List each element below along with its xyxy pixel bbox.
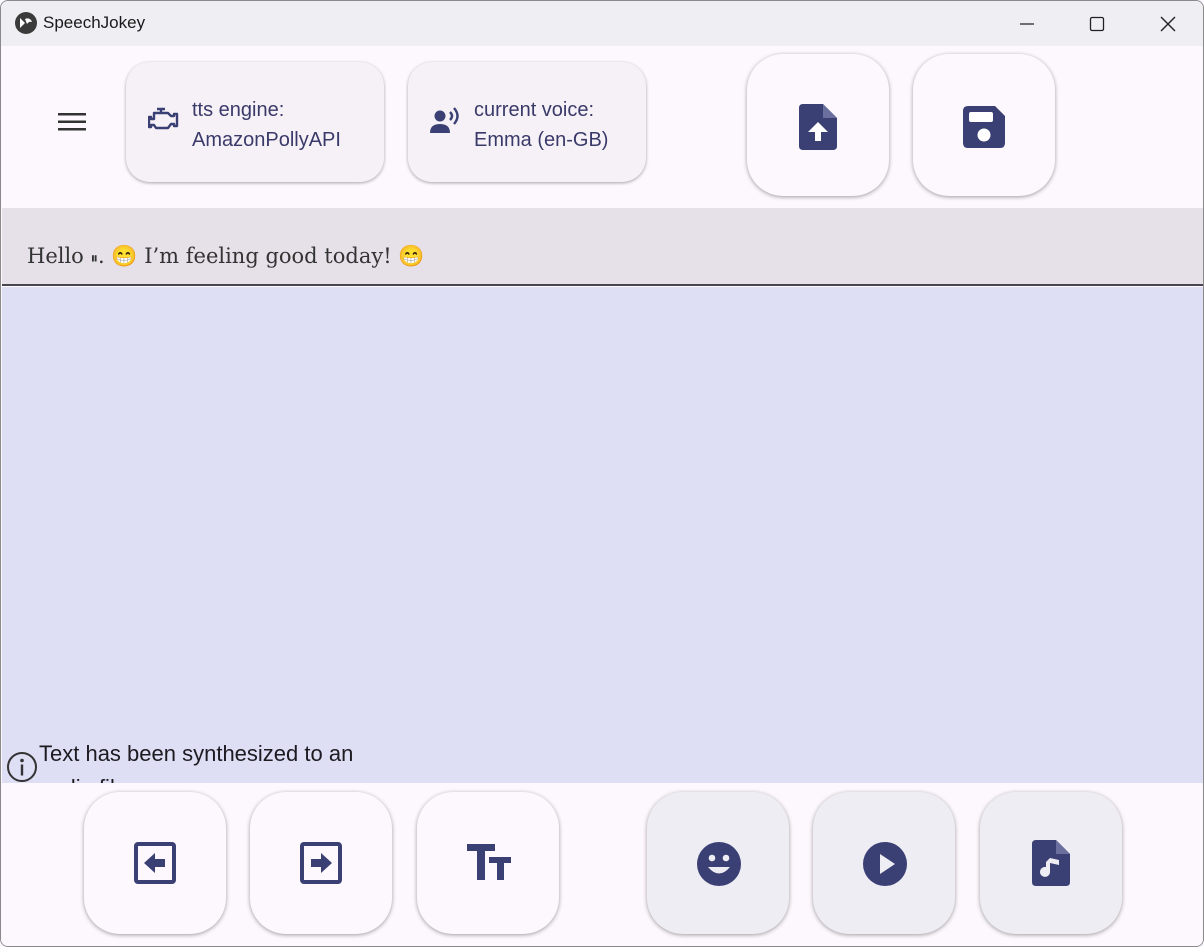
tts-engine-chip[interactable]: tts engine: AmazonPollyAPI <box>126 62 384 182</box>
text-size-icon <box>467 844 511 880</box>
play-button[interactable] <box>813 792 955 934</box>
file-upload-icon <box>799 104 837 150</box>
menu-button[interactable] <box>49 99 95 145</box>
speech-text-input[interactable]: Hello ⏸. 😁 I’m feeling good today! 😁 <box>2 208 1203 286</box>
maximize-icon <box>1089 16 1105 32</box>
app-window: SpeechJokey tts engine: AmazonPollyAPI c… <box>0 0 1204 947</box>
audio-file-icon <box>1032 840 1070 886</box>
voice-value: Emma (en-GB) <box>474 129 609 151</box>
status-message: Text has been synthesized to an audio fi… <box>39 741 354 783</box>
export-audio-button[interactable] <box>980 792 1122 934</box>
engine-label: tts engine: <box>192 99 285 121</box>
title-bar: SpeechJokey <box>1 1 1203 46</box>
move-cursor-left-button[interactable] <box>84 792 226 934</box>
text-segment: . 😁 I’m feeling good today! 😁 <box>98 244 425 268</box>
play-icon <box>863 842 907 886</box>
content-area: Text has been synthesized to an audio fi… <box>2 287 1203 783</box>
window-title: SpeechJokey <box>43 13 146 32</box>
arrow-right-box-icon <box>300 842 342 884</box>
text-size-button[interactable] <box>417 792 559 934</box>
maximize-button[interactable] <box>1062 1 1132 46</box>
arrow-left-box-icon <box>134 842 176 884</box>
save-button[interactable] <box>913 54 1055 196</box>
minimize-icon <box>1020 23 1034 25</box>
voice-label: current voice: <box>474 99 595 121</box>
close-button[interactable] <box>1133 1 1203 46</box>
top-toolbar: tts engine: AmazonPollyAPI current voice… <box>1 46 1203 208</box>
menu-icon <box>58 113 86 131</box>
emoji-button[interactable] <box>647 792 789 934</box>
smiley-icon <box>697 842 741 886</box>
upload-file-button[interactable] <box>747 54 889 196</box>
move-cursor-right-button[interactable] <box>250 792 392 934</box>
bottom-toolbar <box>1 783 1203 946</box>
engine-value: AmazonPollyAPI <box>192 129 341 151</box>
minimize-button[interactable] <box>992 1 1062 46</box>
speech-text-content: Hello ⏸. 😁 I’m feeling good today! 😁 <box>27 244 424 269</box>
close-icon <box>1160 16 1176 32</box>
pause-marker-icon: ⏸ <box>90 249 99 267</box>
save-icon <box>963 106 1005 148</box>
current-voice-chip[interactable]: current voice: Emma (en-GB) <box>408 62 646 182</box>
voice-icon <box>430 107 459 133</box>
info-icon <box>7 752 37 782</box>
engine-icon <box>148 107 179 130</box>
app-logo-icon <box>15 12 37 34</box>
text-segment: Hello <box>27 244 91 268</box>
